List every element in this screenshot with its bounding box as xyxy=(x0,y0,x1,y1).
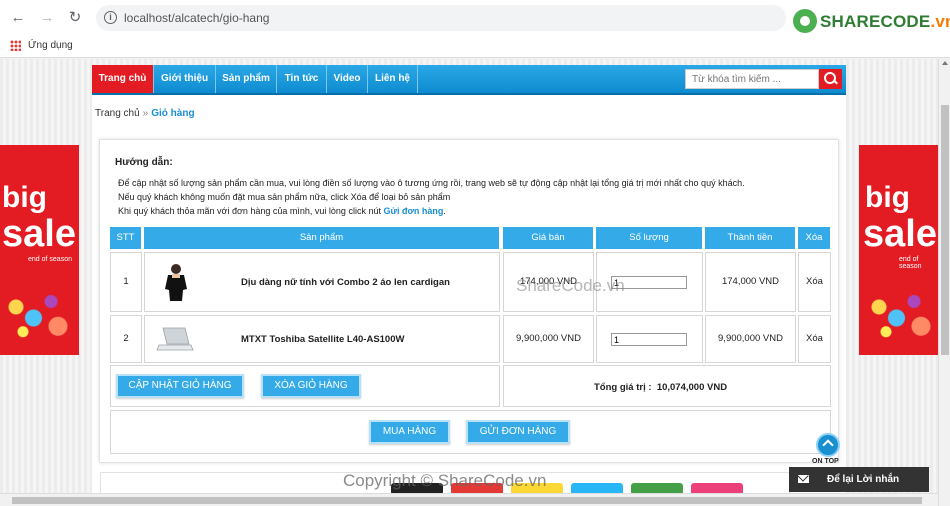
cart-panel: Hướng dẫn: Để cập nhật số lượng sản phẩm… xyxy=(99,139,839,463)
guide-line-2: Nếu quý khách không muốn đặt mua sản phẩ… xyxy=(118,192,451,202)
banner-right[interactable]: big sale end of season xyxy=(859,145,938,355)
back-arrow-icon[interactable]: ← xyxy=(9,9,27,27)
row-2-quantity-input[interactable] xyxy=(611,333,687,346)
scroll-up-icon[interactable] xyxy=(942,61,948,65)
search-input[interactable] xyxy=(685,69,819,89)
info-icon[interactable]: i xyxy=(104,11,117,24)
send-order-button[interactable]: GỬI ĐƠN HÀNG xyxy=(466,420,570,444)
nav-item-about[interactable]: Giới thiệu xyxy=(154,65,216,93)
row-2-price: 9,900,000 VND xyxy=(503,315,594,363)
on-top-button[interactable]: ON TOP xyxy=(810,433,846,467)
banner-big-text: big xyxy=(2,181,47,214)
logo-text: SHARECODE xyxy=(820,12,931,31)
banner-decoration xyxy=(865,285,935,340)
header-product: Sản phẩm xyxy=(144,227,499,249)
row-2-product: MTXT Toshiba Satellite L40-AS100W xyxy=(144,315,500,363)
breadcrumb: Trang chủ» Giỏ hàng xyxy=(95,108,195,119)
breadcrumb-home[interactable]: Trang chủ xyxy=(95,108,140,119)
header-subtotal: Thành tiền xyxy=(705,227,795,249)
nav-item-video[interactable]: Video xyxy=(327,65,368,93)
banner-left[interactable]: big sale end of season xyxy=(0,145,79,355)
send-order-link[interactable]: Gửi đơn hàng xyxy=(383,206,443,216)
reload-icon[interactable]: ↻ xyxy=(66,9,84,27)
breadcrumb-separator: » xyxy=(142,108,149,119)
banner-sale-text: sale xyxy=(863,213,937,255)
on-top-label: ON TOP xyxy=(812,458,839,465)
nav-item-contact[interactable]: Liên hệ xyxy=(368,65,418,93)
banner-sale-text: sale xyxy=(2,213,76,255)
search-button[interactable] xyxy=(819,69,842,89)
banner-subtitle: end of season xyxy=(28,256,72,263)
watermark-bottom: Copyright © ShareCode.vn xyxy=(343,471,547,490)
logo-suffix: .vn xyxy=(930,12,950,31)
row-2-delete-link[interactable]: Xóa xyxy=(798,315,831,363)
buy-button[interactable]: MUA HÀNG xyxy=(369,420,450,444)
browser-toolbar: ← → ↻ i localhost/alcatech/gio-hang SHAR… xyxy=(0,0,950,36)
apps-grid-icon[interactable] xyxy=(10,40,21,51)
url-text: localhost/alcatech/gio-hang xyxy=(124,11,270,25)
nav-item-news[interactable]: Tin tức xyxy=(277,65,327,93)
banner-big-text: big xyxy=(865,181,910,214)
forward-arrow-icon[interactable]: → xyxy=(38,9,56,27)
update-cart-button[interactable]: CẬP NHẬT GIỎ HÀNG xyxy=(116,374,244,398)
horizontal-scroll-thumb[interactable] xyxy=(12,497,922,504)
breadcrumb-current: Giỏ hàng xyxy=(151,108,195,119)
arrow-up-icon xyxy=(816,433,840,457)
bookmarks-apps-label[interactable]: Ứng dụng xyxy=(28,40,73,51)
header-stt: STT xyxy=(110,227,141,249)
product-woman-cardigan-icon xyxy=(165,264,187,301)
horizontal-scrollbar[interactable] xyxy=(0,493,938,506)
nav-item-home[interactable]: Trang chủ xyxy=(92,65,154,93)
watermark-center: ShareCode.vn xyxy=(516,276,625,295)
sharecode-logo-icon xyxy=(793,9,817,33)
header-quantity: Số lượng xyxy=(596,227,702,249)
row-2-quantity-cell xyxy=(596,315,703,363)
cart-total: Tổng giá trị : 10,074,000 VND xyxy=(594,382,727,393)
row-1-delete-link[interactable]: Xóa xyxy=(798,252,831,312)
scroll-thumb[interactable] xyxy=(941,105,949,355)
address-bar[interactable]: i localhost/alcatech/gio-hang xyxy=(96,5,786,31)
mail-icon xyxy=(798,475,809,483)
header-price: Giá bán xyxy=(503,227,593,249)
row-1-product: Dịu dàng nữ tính với Combo 2 áo len card… xyxy=(144,252,500,312)
total-label: Tổng giá trị : xyxy=(594,382,652,393)
nav-item-products[interactable]: Sản phẩm xyxy=(216,65,277,93)
header-delete: Xóa xyxy=(798,227,830,249)
banner-decoration xyxy=(2,285,72,340)
top-navigation: Trang chủ Giới thiệu Sản phẩm Tin tức Vi… xyxy=(92,65,846,95)
product-laptop-icon xyxy=(156,327,194,351)
guide-title: Hướng dẫn: xyxy=(115,157,173,168)
main-container: Trang chủ Giới thiệu Sản phẩm Tin tức Vi… xyxy=(92,65,846,506)
guide-line-3: Khi quý khách thỏa mãn với đơn hàng của … xyxy=(118,206,446,216)
row-1-subtotal: 174,000 VND xyxy=(705,252,796,312)
row-1-product-name[interactable]: Dịu dàng nữ tính với Combo 2 áo len card… xyxy=(241,277,450,288)
leave-message-label: Để lại Lời nhắn xyxy=(827,474,900,485)
row-2-stt: 2 xyxy=(110,315,142,363)
total-value: 10,074,000 VND xyxy=(656,382,728,393)
row-2-product-name[interactable]: MTXT Toshiba Satellite L40-AS100W xyxy=(241,334,404,345)
banner-subtitle: end of season xyxy=(899,256,922,270)
row-2-subtotal: 9,900,000 VND xyxy=(705,315,796,363)
bookmarks-bar: Ứng dụng xyxy=(0,36,950,58)
leave-message-bar[interactable]: Để lại Lời nhắn xyxy=(789,467,929,492)
row-1-stt: 1 xyxy=(110,252,142,312)
clear-cart-button[interactable]: XÓA GIỎ HÀNG xyxy=(261,374,361,398)
vertical-scrollbar[interactable] xyxy=(938,59,950,506)
guide-line-1: Để cập nhật số lượng sản phẩm cần mua, v… xyxy=(118,178,745,188)
